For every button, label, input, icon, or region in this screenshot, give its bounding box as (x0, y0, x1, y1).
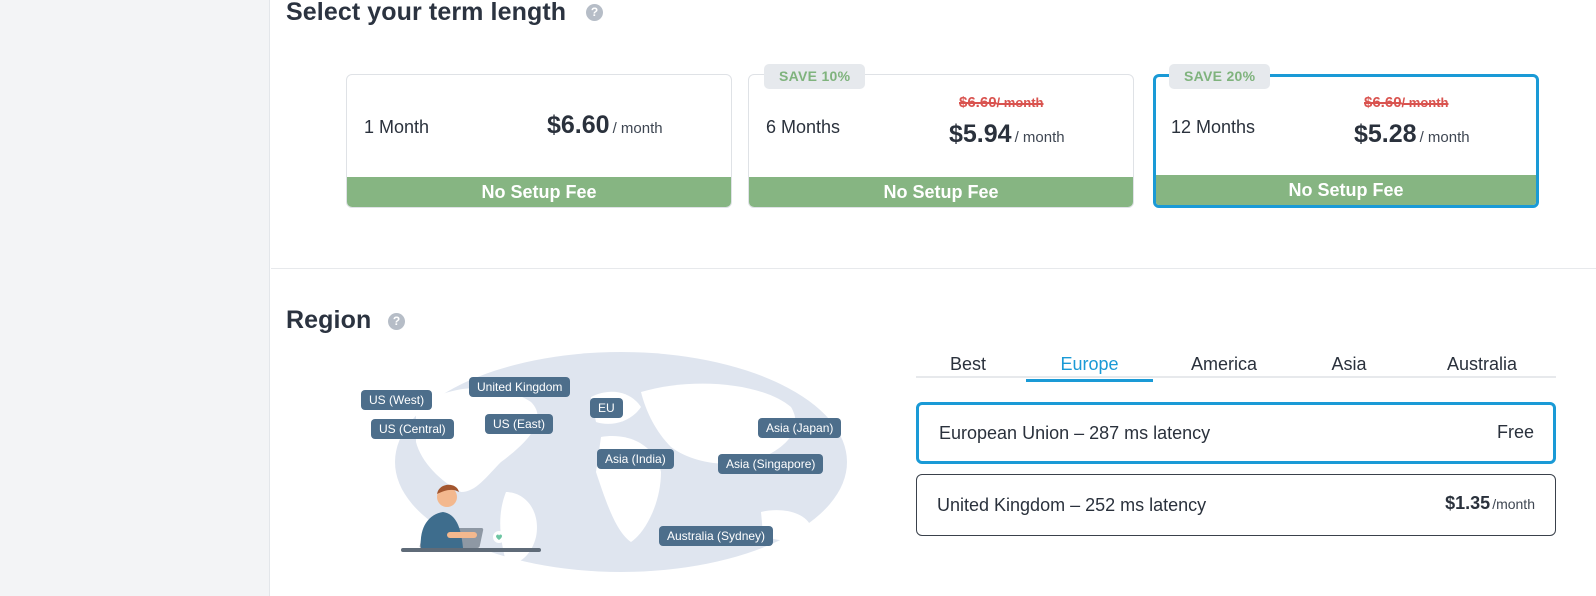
old-price: $6.60/ month (1364, 94, 1449, 111)
no-setup-fee-bar: No Setup Fee (749, 177, 1133, 207)
price-block: $5.28/ month (1354, 120, 1470, 149)
region-option-united-kingdom[interactable]: United Kingdom – 252 ms latency $1.35/mo… (916, 474, 1556, 536)
section-divider (271, 268, 1596, 269)
map-tag-asia-japan: Asia (Japan) (758, 418, 842, 438)
price-amount: $5.28 (1354, 120, 1417, 148)
price-unit: / month (1014, 129, 1065, 146)
region-option-label: European Union – 287 ms latency (939, 423, 1211, 443)
tab-australia[interactable]: Australia (1416, 354, 1548, 378)
term-help-icon[interactable]: ? (586, 4, 603, 21)
term-label: 1 Month (364, 117, 430, 137)
map-tag-asia-india: Asia (India) (597, 449, 674, 469)
term-card-12-months[interactable]: $6.60/ month 12 Months $5.28/ month No S… (1153, 74, 1539, 208)
map-tag-us-east: US (East) (485, 414, 554, 434)
region-option-european-union[interactable]: European Union – 287 ms latency Free (916, 402, 1556, 464)
region-tabs: Best Europe America Asia Australia (916, 350, 1556, 382)
tab-best[interactable]: Best (916, 354, 1020, 378)
region-option-label: United Kingdom – 252 ms latency (937, 495, 1207, 515)
region-option-price: Free (1496, 422, 1534, 442)
map-tag-asia-singapore: Asia (Singapore) (718, 454, 824, 474)
price-amount: $5.94 (949, 120, 1012, 148)
tab-europe[interactable]: Europe (1026, 354, 1153, 382)
main-content: Select your term length ? 1 Month $6.60/… (271, 0, 1596, 596)
price-block: $5.94/ month (949, 120, 1065, 149)
term-card-1-month[interactable]: 1 Month $6.60/ month No Setup Fee (346, 74, 732, 208)
region-section-title: Region (286, 306, 372, 334)
map-tag-australia-sydney: Australia (Sydney) (659, 526, 774, 546)
no-setup-fee-bar: No Setup Fee (347, 177, 731, 207)
tab-america[interactable]: America (1166, 354, 1282, 378)
no-setup-fee-bar: No Setup Fee (1156, 175, 1536, 205)
region-option-price: $1.35/month (1445, 493, 1535, 513)
price-block: $6.60/ month (547, 111, 663, 140)
region-help-icon[interactable]: ? (388, 313, 405, 330)
save-20-badge: SAVE 20% (1169, 64, 1271, 89)
price-amount: $6.60 (547, 111, 610, 139)
map-tag-us-west: US (West) (361, 390, 433, 410)
price-unit: / month (1419, 129, 1470, 146)
region-map: US (West) United Kingdom EU US (Central)… (361, 352, 881, 572)
map-tag-united-kingdom: United Kingdom (469, 377, 571, 397)
term-label: 6 Months (766, 117, 841, 137)
term-card-6-months[interactable]: $6.60/ month 6 Months $5.94/ month No Se… (748, 74, 1134, 208)
price-unit: / month (612, 120, 663, 137)
term-section-title: Select your term length (286, 0, 567, 26)
left-sidebar (0, 0, 270, 596)
map-tag-us-central: US (Central) (371, 419, 454, 439)
save-10-badge: SAVE 10% (764, 64, 866, 89)
term-label: 12 Months (1171, 117, 1256, 137)
map-tag-eu: EU (590, 398, 623, 418)
tab-asia[interactable]: Asia (1296, 354, 1402, 378)
old-price: $6.60/ month (959, 94, 1044, 111)
